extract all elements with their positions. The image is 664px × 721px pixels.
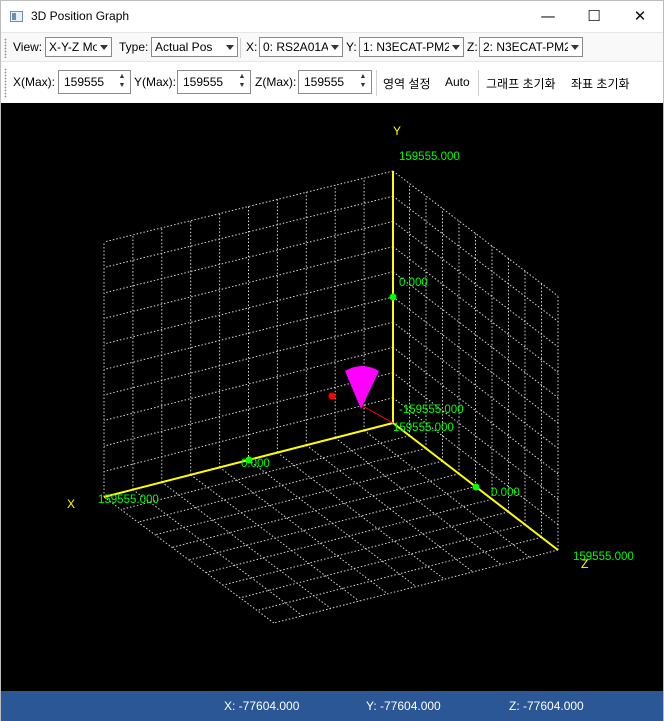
separator — [478, 70, 479, 96]
grid-xz-plane-line — [120, 435, 410, 511]
window-title: 3D Position Graph — [31, 9, 130, 23]
grid-xz-plane-line — [103, 496, 275, 624]
chevron-down-icon — [226, 45, 234, 50]
y-axis-title: Y — [393, 124, 401, 138]
separator — [240, 38, 241, 58]
grid-xz-plane-line — [277, 452, 445, 580]
status-x-value: X: -77604.000 — [224, 699, 300, 713]
xmax-value: 159555 — [64, 75, 105, 89]
x-max-label: 159555.000 — [98, 494, 159, 506]
x-mid-label: 0.000 — [241, 458, 270, 470]
y-axis-label: Y: — [346, 40, 357, 54]
grid-xz-plane-line — [137, 447, 427, 523]
type-combo-value: Actual Pos — [155, 40, 213, 54]
zmax-spinbox[interactable]: 159555 ▲ ▼ — [298, 70, 372, 94]
title-bar[interactable]: 3D Position Graph — ☐ ✕ — [1, 1, 663, 32]
graph-canvas[interactable]: Y X Z 159555.000 0.000 -159555.000 15955… — [1, 103, 663, 691]
view-combo[interactable]: X-Y-Z Mode — [45, 37, 112, 57]
x-axis-combo[interactable]: 0: RS2A01A0 — [259, 37, 343, 57]
graph-3d-svg: Y X Z 159555.000 0.000 -159555.000 15955… — [67, 124, 634, 624]
grid-xz-plane-line — [161, 481, 332, 609]
y-axis-combo-value: 1: N3ECAT-PM2 — [363, 40, 449, 54]
z-mid-point — [472, 483, 480, 491]
grid-xz-plane-line — [132, 489, 303, 617]
grid-xz-plane-line — [190, 474, 360, 602]
view-combo-value: X-Y-Z Mode — [49, 40, 97, 54]
xmax-spinbox[interactable]: 159555 ▲ ▼ — [58, 70, 131, 94]
y-axis-combo[interactable]: 1: N3ECAT-PM2 — [359, 37, 464, 57]
spin-up-icon[interactable]: ▲ — [118, 73, 126, 81]
type-combo[interactable]: Actual Pos — [151, 37, 238, 57]
xmax-label: X(Max): — [13, 75, 55, 89]
z-axis-combo[interactable]: 2: N3ECAT-PM2 — [479, 37, 583, 57]
graph-reset-button[interactable]: 그래프 초기화 — [486, 75, 556, 92]
spin-up-icon[interactable]: ▲ — [359, 73, 367, 81]
status-z-value: Z: -77604.000 — [509, 699, 584, 713]
grid-xz-plane-line — [219, 467, 388, 595]
tool-cone-marker — [345, 366, 379, 409]
ymax-spinbox[interactable]: 159555 ▲ ▼ — [177, 70, 251, 94]
x-axis-label: X: — [246, 40, 258, 54]
chevron-down-icon — [100, 45, 108, 50]
spin-down-icon[interactable]: ▼ — [118, 82, 126, 90]
x-axis-title: X — [67, 497, 75, 511]
y-mid-label: 0.000 — [399, 277, 428, 289]
z-axis-label: Z: — [467, 40, 478, 54]
chevron-down-icon — [452, 45, 460, 50]
y-min-label: -159555.000 — [399, 404, 464, 416]
current-position-point — [328, 392, 336, 400]
zmax-label: Z(Max): — [255, 75, 297, 89]
separator — [376, 70, 377, 96]
grid-xz-plane-line — [171, 473, 460, 548]
grid-xz-plane-line — [334, 437, 502, 565]
z-axis-combo-value: 2: N3ECAT-PM2 — [483, 40, 568, 54]
close-button[interactable]: ✕ — [617, 1, 663, 32]
y-max-label: 159555.000 — [399, 151, 460, 163]
main-window: 3D Position Graph — ☐ ✕ View: X-Y-Z Mode… — [0, 0, 664, 721]
minimize-button[interactable]: — — [525, 1, 571, 32]
chevron-down-icon — [331, 45, 339, 50]
z-mid-label: 0.000 — [491, 487, 520, 499]
spin-up-icon[interactable]: ▲ — [238, 73, 246, 81]
selection-toolbar: View: X-Y-Z Mode Type: Actual Pos X: 0: … — [1, 32, 663, 61]
app-icon — [10, 11, 23, 22]
grid-xz-plane-line — [188, 486, 476, 561]
status-y-value: Y: -77604.000 — [366, 699, 441, 713]
area-setting-button[interactable]: 영역 설정 — [383, 75, 431, 92]
zmax-value: 159555 — [304, 75, 345, 89]
status-bar: X: -77604.000 Y: -77604.000 Z: -77604.00… — [1, 691, 663, 721]
spin-down-icon[interactable]: ▼ — [238, 82, 246, 90]
view-label: View: — [13, 40, 43, 54]
maximize-button[interactable]: ☐ — [571, 1, 617, 32]
chevron-down-icon — [571, 45, 579, 50]
grid-xz-plane-line — [205, 498, 493, 574]
y-mid-point — [389, 293, 397, 301]
spin-down-icon[interactable]: ▼ — [359, 82, 367, 90]
origin-overlap-label: 159555.000 — [393, 422, 454, 434]
grid-xz-plane-line — [239, 524, 526, 599]
coord-reset-button[interactable]: 좌표 초기화 — [571, 75, 630, 92]
position-vector-line — [360, 404, 394, 424]
grid-xz-plane-line — [256, 536, 542, 611]
ymax-value: 159555 — [183, 75, 224, 89]
ymax-label: Y(Max): — [134, 75, 176, 89]
toolbar-grip[interactable] — [4, 68, 7, 98]
auto-button[interactable]: Auto — [445, 75, 470, 89]
range-toolbar: X(Max): 159555 ▲ ▼ Y(Max): 159555 ▲ ▼ Z(… — [1, 61, 663, 104]
x-axis-combo-value: 0: RS2A01A0 — [263, 40, 328, 54]
type-label: Type: — [119, 40, 149, 54]
z-max-label: 159555.000 — [573, 551, 634, 563]
toolbar-grip[interactable] — [4, 38, 7, 58]
